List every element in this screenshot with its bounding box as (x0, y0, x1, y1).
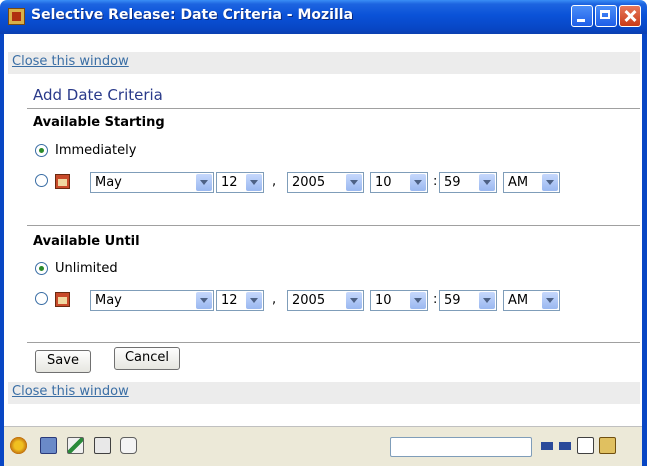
radio-unlimited[interactable] (35, 262, 48, 275)
until-month-select[interactable]: May (90, 290, 214, 311)
start-minute-select[interactable]: 59 (439, 172, 497, 193)
minimize-button[interactable] (571, 5, 593, 27)
start-day-select[interactable]: 12 (216, 172, 264, 193)
start-year-select[interactable]: 2005 (287, 172, 364, 193)
padlock-icon[interactable] (599, 437, 616, 454)
until-hour-select[interactable]: 10 (370, 290, 428, 311)
browser-window: Selective Release: Date Criteria - Mozil… (0, 0, 647, 466)
composer-icon[interactable] (67, 437, 84, 454)
save-button[interactable]: Save (35, 350, 91, 373)
time-colon: : (433, 292, 438, 307)
chevron-down-icon (479, 292, 495, 309)
available-starting-title: Available Starting (33, 115, 165, 130)
online-plug-icon[interactable] (541, 442, 571, 450)
chevron-down-icon (246, 292, 262, 309)
page-content: Close this window Add Date Criteria Avai… (4, 34, 642, 426)
close-window-link-bottom[interactable]: Close this window (12, 384, 129, 399)
radio-starting-date[interactable] (35, 174, 48, 187)
chevron-down-icon (542, 174, 558, 191)
maximize-button[interactable] (595, 5, 617, 27)
radio-unlimited-label: Unlimited (55, 261, 118, 276)
title-bar[interactable]: Selective Release: Date Criteria - Mozil… (0, 0, 647, 34)
irc-chat-icon[interactable] (120, 437, 137, 454)
until-year-select[interactable]: 2005 (287, 290, 364, 311)
start-hour-select[interactable]: 10 (370, 172, 428, 193)
until-ampm-select[interactable]: AM (503, 290, 560, 311)
until-day-select[interactable]: 12 (216, 290, 264, 311)
top-link-bar: Close this window (8, 52, 640, 74)
address-book-icon[interactable] (94, 437, 111, 454)
start-month-select[interactable]: May (90, 172, 214, 193)
available-until-title: Available Until (33, 234, 140, 249)
chevron-down-icon (410, 174, 426, 191)
chevron-down-icon (479, 174, 495, 191)
divider (27, 108, 640, 109)
chevron-down-icon (346, 174, 362, 191)
security-icon[interactable] (577, 437, 594, 454)
bottom-link-bar: Close this window (8, 382, 640, 404)
divider (27, 342, 640, 343)
date-comma: , (272, 174, 277, 189)
page-title: Add Date Criteria (33, 86, 163, 104)
chevron-down-icon (196, 292, 212, 309)
status-progress-field (390, 437, 532, 457)
radio-immediately[interactable] (35, 144, 48, 157)
until-minute-select[interactable]: 59 (439, 290, 497, 311)
radio-immediately-label: Immediately (55, 143, 137, 158)
mozilla-app-icon[interactable] (8, 8, 25, 25)
chevron-down-icon (542, 292, 558, 309)
time-colon: : (433, 174, 438, 189)
start-ampm-select[interactable]: AM (503, 172, 560, 193)
close-window-link-top[interactable]: Close this window (12, 54, 129, 69)
date-comma: , (272, 292, 277, 307)
calendar-icon[interactable] (55, 292, 70, 307)
navigator-icon[interactable] (10, 437, 27, 454)
mail-icon[interactable] (40, 437, 57, 454)
window-frame-right (642, 34, 647, 466)
chevron-down-icon (196, 174, 212, 191)
cancel-button[interactable]: Cancel (114, 347, 180, 370)
divider (27, 225, 640, 226)
calendar-icon[interactable] (55, 174, 70, 189)
chevron-down-icon (410, 292, 426, 309)
window-title: Selective Release: Date Criteria - Mozil… (31, 7, 354, 23)
chevron-down-icon (246, 174, 262, 191)
chevron-down-icon (346, 292, 362, 309)
radio-until-date[interactable] (35, 292, 48, 305)
close-window-button[interactable] (619, 5, 641, 27)
status-bar (4, 426, 642, 466)
